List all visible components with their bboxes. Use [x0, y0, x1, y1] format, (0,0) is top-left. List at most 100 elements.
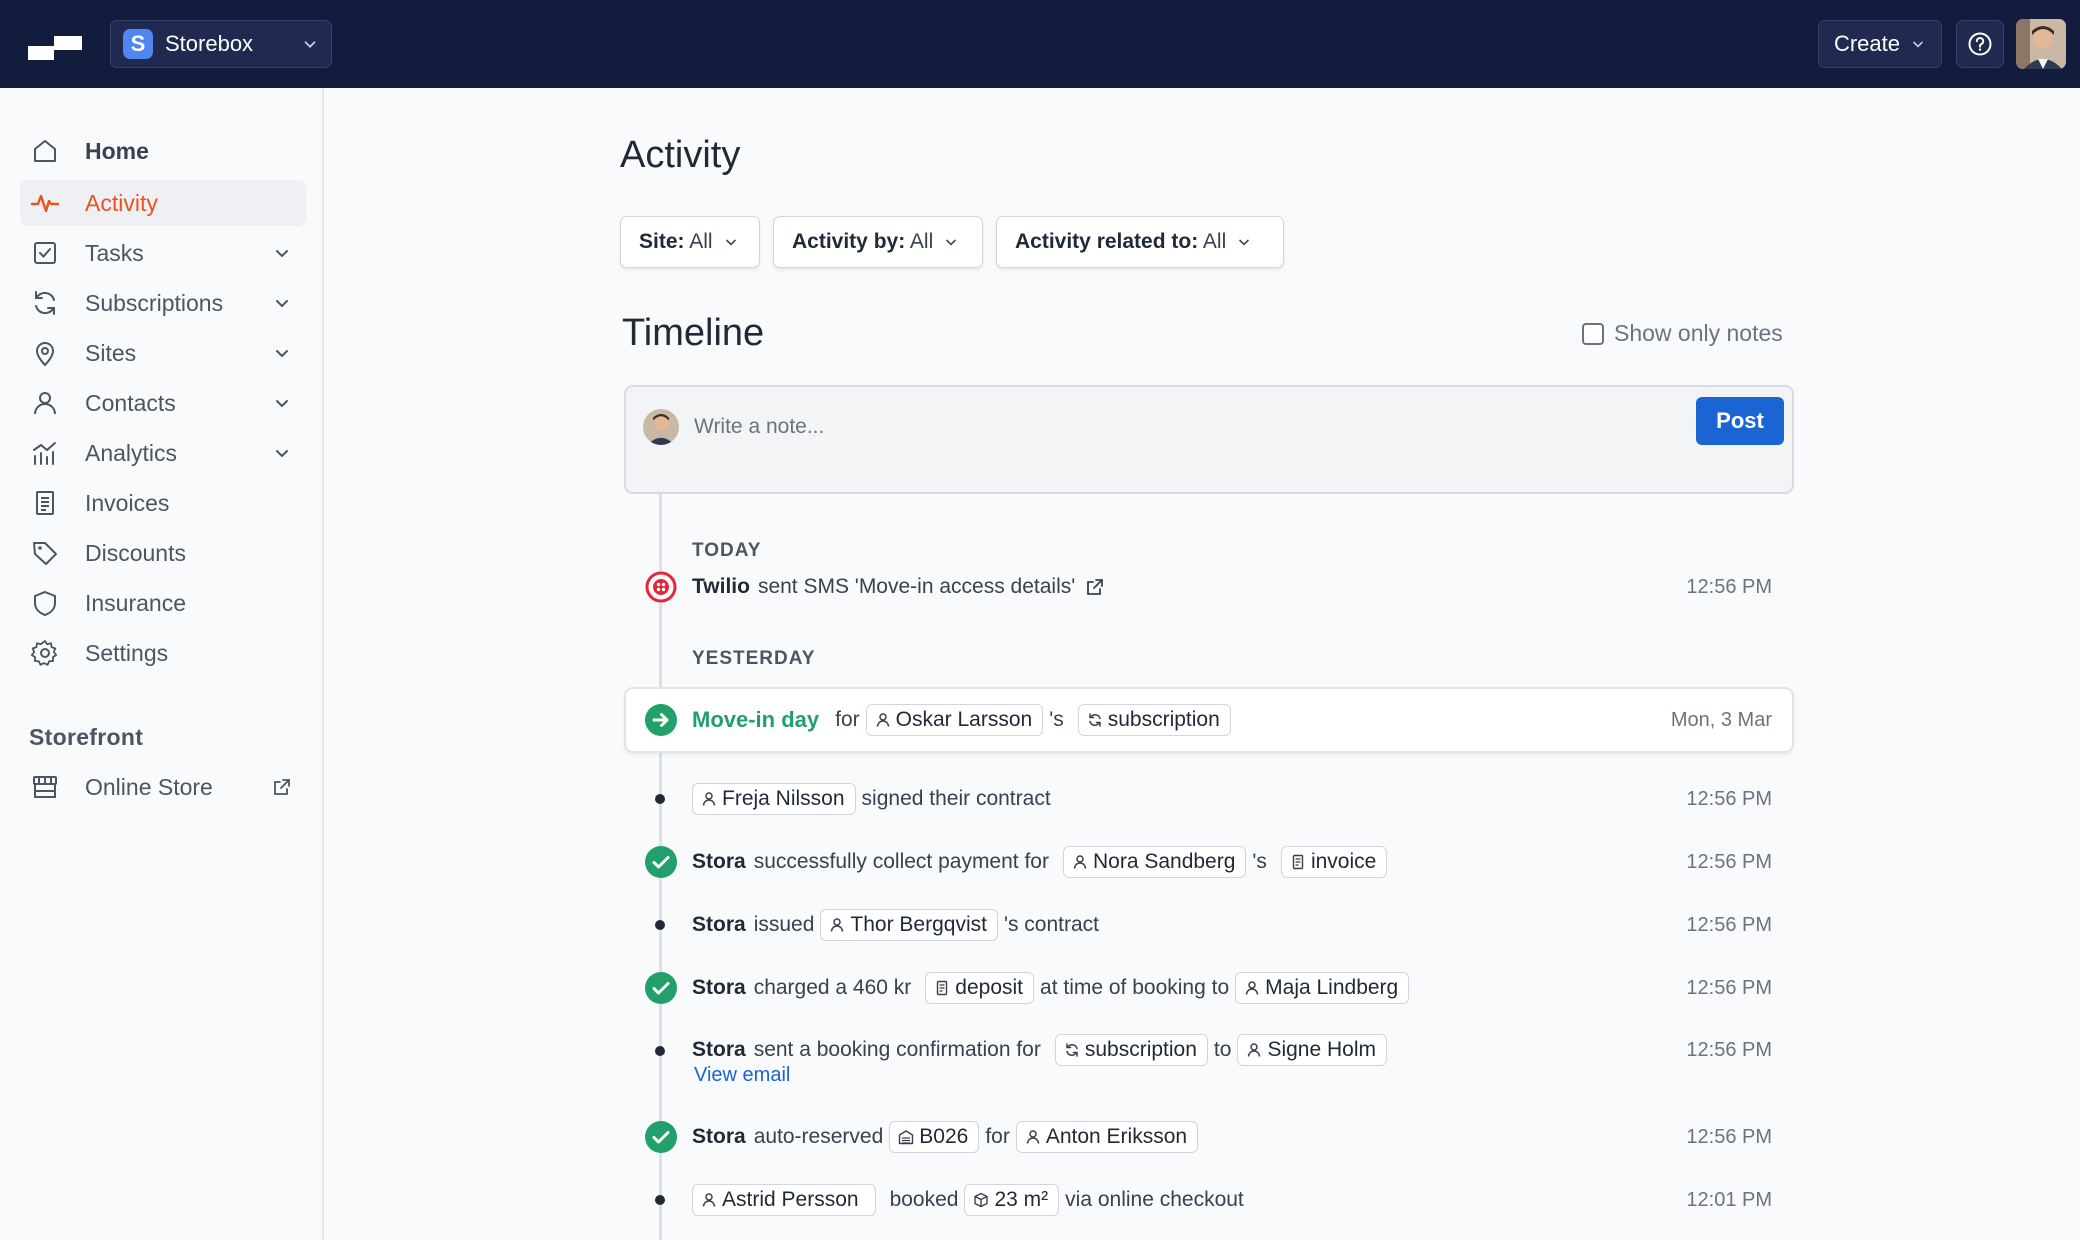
- analytics-chart-icon: [33, 442, 56, 465]
- sidebar-item-tasks[interactable]: Tasks: [20, 230, 306, 276]
- sidebar-item-home[interactable]: Home: [20, 128, 306, 174]
- event-text: signed their contract: [861, 787, 1051, 810]
- filter-activity-by[interactable]: Activity by: All: [773, 216, 983, 268]
- sidebar-item-sites[interactable]: Sites: [20, 330, 306, 376]
- event-text: at time of booking to: [1040, 976, 1230, 999]
- sidebar-item-discounts[interactable]: Discounts: [20, 530, 306, 576]
- tag-label: deposit: [955, 976, 1024, 999]
- contact-tag[interactable]: Nora Sandberg: [1062, 846, 1247, 878]
- contact-tag[interactable]: Thor Bergqvist: [820, 909, 998, 941]
- person-icon: [831, 918, 844, 932]
- sidebar-item-label: Contacts: [85, 389, 176, 416]
- filter-activity-related-to[interactable]: Activity related to: All: [996, 216, 1284, 268]
- day-label-today: TODAY: [692, 540, 762, 561]
- help-button[interactable]: [1956, 20, 2004, 68]
- sidebar-item-settings[interactable]: Settings: [20, 630, 306, 676]
- user-avatar[interactable]: [2016, 19, 2066, 69]
- storage-unit-icon: [899, 1130, 914, 1145]
- map-pin-icon: [35, 342, 55, 367]
- tag-label: subscription: [1107, 708, 1220, 731]
- event-time: 12:56 PM: [1686, 788, 1772, 810]
- note-input[interactable]: [694, 411, 1594, 443]
- event-time: 12:56 PM: [1686, 851, 1772, 873]
- post-button[interactable]: Post: [1696, 397, 1784, 445]
- sidebar-item-contacts[interactable]: Contacts: [20, 380, 306, 426]
- filter-value: All: [909, 230, 934, 253]
- sidebar-item-insurance[interactable]: Insurance: [20, 580, 306, 626]
- contact-tag[interactable]: Maja Lindberg: [1235, 972, 1410, 1004]
- org-name: Storebox: [165, 31, 254, 56]
- sidebar-item-online-store[interactable]: Online Store: [20, 764, 306, 810]
- tag-label: 23 m²: [994, 1188, 1049, 1211]
- view-email-link[interactable]: View email: [694, 1064, 790, 1087]
- contact-tag[interactable]: Freja Nilsson: [692, 783, 856, 815]
- chevron-down-icon: [276, 350, 288, 358]
- filter-value: All: [689, 230, 713, 253]
- contact-tag[interactable]: Signe Holm: [1237, 1034, 1387, 1066]
- event-text: booked: [889, 1188, 959, 1211]
- timeline-dot: [655, 920, 665, 930]
- event-text: 's contract: [1003, 913, 1099, 936]
- event-text: for: [835, 708, 860, 731]
- event-text: sent SMS 'Move-in access details': [757, 575, 1076, 598]
- price-tag-icon: [33, 542, 57, 565]
- invoice-document-icon: [36, 491, 54, 515]
- timeline-event-online-booking: Astrid Persson booked 23 m² via online c…: [692, 1183, 1244, 1217]
- timeline-dot: [655, 794, 665, 804]
- create-button[interactable]: Create: [1818, 20, 1942, 68]
- person-icon: [1073, 855, 1087, 869]
- show-only-notes-toggle[interactable]: Show only notes: [1582, 320, 1783, 347]
- chevron-down-icon: [946, 239, 957, 246]
- contact-name: Oskar Larsson: [895, 708, 1033, 731]
- event-text: auto-reserved: [753, 1125, 884, 1148]
- timeline-event-contract-signed: Freja Nilsson signed their contract: [692, 782, 1051, 816]
- sidebar: Home Activity Tasks Subscriptions Sites …: [0, 88, 324, 1240]
- contact-name: Signe Holm: [1267, 1038, 1376, 1061]
- external-link-icon[interactable]: [1085, 577, 1105, 597]
- timeline-dot: [655, 1046, 665, 1056]
- deposit-tag[interactable]: deposit: [925, 972, 1035, 1004]
- contact-tag[interactable]: Anton Eriksson: [1015, 1121, 1199, 1153]
- unit-tag[interactable]: B026: [889, 1121, 980, 1153]
- contact-name: Thor Bergqvist: [850, 913, 987, 936]
- filter-related-text: Activity related to: All: [1015, 230, 1226, 254]
- sidebar-item-activity[interactable]: Activity: [20, 180, 306, 226]
- create-button-label: Create: [1833, 31, 1901, 56]
- chevron-down-icon: [725, 239, 736, 246]
- org-badge: S: [123, 29, 153, 59]
- subscription-tag[interactable]: subscription: [1054, 1034, 1208, 1066]
- sidebar-item-subscriptions[interactable]: Subscriptions: [20, 280, 306, 326]
- filter-site-text: Site: All: [639, 230, 713, 254]
- event-time: 12:01 PM: [1686, 1189, 1772, 1211]
- event-text: issued: [753, 913, 815, 936]
- user-avatar-icon: [2016, 19, 2066, 69]
- contact-tag[interactable]: Oskar Larsson: [865, 704, 1044, 736]
- contact-name: Astrid Persson: [722, 1188, 859, 1211]
- show-only-notes-label: Show only notes: [1614, 320, 1783, 346]
- event-text: to: [1213, 1038, 1232, 1061]
- sidebar-item-label: Online Store: [85, 773, 213, 800]
- checkbox-task-icon: [34, 242, 56, 264]
- note-author-avatar: [643, 409, 679, 445]
- organization-switcher[interactable]: S Storebox: [110, 20, 332, 68]
- storebox-logo-icon[interactable]: [28, 32, 82, 60]
- sidebar-item-invoices[interactable]: Invoices: [20, 480, 306, 526]
- event-actor: Stora: [692, 976, 746, 999]
- note-composer: Post: [624, 385, 1794, 494]
- event-time: 12:56 PM: [1686, 1039, 1772, 1061]
- unit-size-tag[interactable]: 23 m²: [964, 1184, 1060, 1216]
- invoice-tag[interactable]: invoice: [1280, 846, 1388, 878]
- filter-site[interactable]: Site: All: [620, 216, 760, 268]
- contact-tag[interactable]: Astrid Persson: [692, 1184, 876, 1216]
- sidebar-item-analytics[interactable]: Analytics: [20, 430, 306, 476]
- activity-pulse-icon: [30, 194, 60, 213]
- subscription-tag[interactable]: subscription: [1077, 704, 1231, 736]
- event-text: sent a booking confirmation for: [753, 1038, 1041, 1061]
- show-only-notes-checkbox[interactable]: [1582, 322, 1604, 345]
- timeline-event-move-in: Move-in day for Oskar Larsson 's subscri…: [692, 703, 1237, 737]
- sidebar-item-label: Home: [85, 137, 149, 164]
- event-text: 's: [1049, 708, 1064, 731]
- sidebar-item-label: Invoices: [85, 489, 170, 516]
- check-circle-icon: [645, 846, 677, 878]
- sidebar-item-label: Subscriptions: [85, 289, 224, 316]
